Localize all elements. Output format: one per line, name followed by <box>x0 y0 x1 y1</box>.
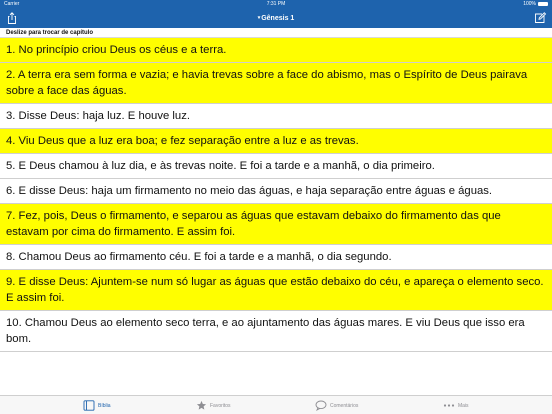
verse-row[interactable]: 3. Disse Deus: haja luz. E houve luz. <box>0 104 552 129</box>
tab-comentarios[interactable]: Comentários <box>315 398 358 413</box>
tab-label: Mais <box>458 402 469 409</box>
verse-row[interactable]: 8. Chamou Deus ao firmamento céu. E foi … <box>0 245 552 270</box>
status-bar: Carrier 7:31 PM 100% <box>0 0 552 8</box>
compose-icon <box>535 12 547 23</box>
star-icon <box>196 400 207 410</box>
tab-label: Bíblia <box>98 402 111 409</box>
tab-mais[interactable]: Mais <box>443 398 469 413</box>
verse-list: 1. No princípio criou Deus os céus e a t… <box>0 38 552 352</box>
battery-icon <box>538 2 548 6</box>
navigation-bar: ▾Gênesis 1 <box>0 8 552 28</box>
verse-row[interactable]: 4. Viu Deus que a luz era boa; e fez sep… <box>0 129 552 154</box>
more-dots-icon <box>443 404 455 407</box>
verse-row[interactable]: 10. Chamou Deus ao elemento seco terra, … <box>0 311 552 352</box>
page-title: Gênesis 1 <box>261 15 295 22</box>
tab-favoritos[interactable]: Favoritos <box>196 398 231 413</box>
tab-label: Favoritos <box>210 402 231 409</box>
verse-row[interactable]: 9. E disse Deus: Ajuntem-se num só lugar… <box>0 270 552 311</box>
battery-percent: 100% <box>523 1 536 7</box>
compose-button[interactable] <box>533 11 547 25</box>
tab-biblia[interactable]: Bíblia <box>83 398 111 413</box>
speech-bubble-icon <box>315 400 327 411</box>
verse-row[interactable]: 5. E Deus chamou à luz dia, e às trevas … <box>0 154 552 179</box>
verse-row[interactable]: 7. Fez, pois, Deus o firmamento, e separ… <box>0 204 552 245</box>
chevron-down-icon: ▾ <box>257 15 261 21</box>
clock: 7:31 PM <box>266 1 286 7</box>
verse-row[interactable]: 2. A terra era sem forma e vazia; e havi… <box>0 63 552 104</box>
verse-row[interactable]: 6. E disse Deus: haja um firmamento no m… <box>0 179 552 204</box>
book-icon <box>83 400 95 411</box>
chapter-selector[interactable]: ▾Gênesis 1 <box>0 8 552 28</box>
battery-indicator: 100% <box>523 0 548 8</box>
tab-label: Comentários <box>330 402 359 409</box>
swipe-hint: Deslize para trocar de capítulo <box>0 28 552 38</box>
tab-bar: Bíblia Favoritos Comentários Mais <box>0 395 552 414</box>
verse-row[interactable]: 1. No princípio criou Deus os céus e a t… <box>0 38 552 63</box>
